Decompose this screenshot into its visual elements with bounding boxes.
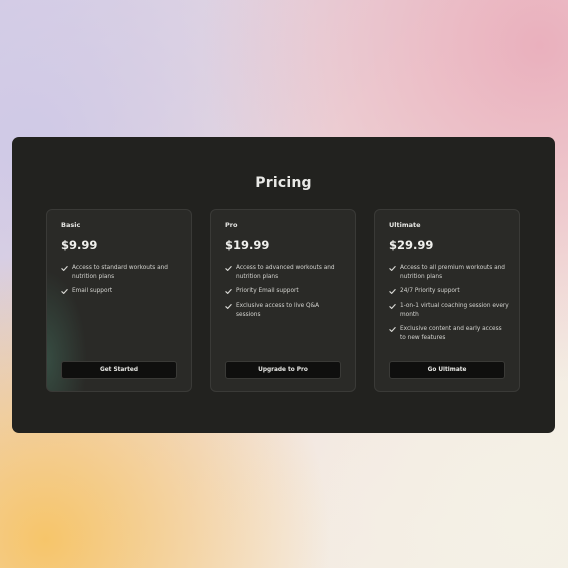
get-started-button[interactable]: Get Started [61,361,177,379]
plan-card-basic: Basic $9.99 Access to standard workouts … [46,209,192,392]
plan-card-pro: Pro $19.99 Access to advanced workouts a… [210,209,356,392]
feature-item: Priority Email support [225,287,345,296]
check-icon [225,303,232,309]
feature-item: 1-on-1 virtual coaching session every mo… [389,302,509,320]
plan-name: Basic [61,221,81,229]
feature-text: Access to advanced workouts and nutritio… [236,265,335,281]
feature-text: 1-on-1 virtual coaching session every mo… [400,302,509,318]
plan-name: Ultimate [389,221,421,229]
feature-list: Access to standard workouts and nutritio… [61,264,181,302]
feature-item: Exclusive content and early access to ne… [389,325,509,343]
check-icon [389,327,396,333]
plan-price: $9.99 [61,238,98,252]
check-icon [225,266,232,271]
feature-item: Access to all premium workouts and nutri… [389,264,509,282]
go-ultimate-button[interactable]: Go Ultimate [389,361,505,379]
check-icon [61,266,68,271]
feature-item: Exclusive access to live Q&A sessions [225,302,345,320]
feature-item: Access to advanced workouts and nutritio… [225,264,345,282]
feature-text: Email support [72,288,113,295]
feature-text: Access to standard workouts and nutritio… [72,265,168,281]
check-icon [61,289,68,295]
feature-text: Access to all premium workouts and nutri… [400,265,505,281]
feature-item: 24/7 Priority support [389,287,509,296]
check-icon [389,266,396,271]
upgrade-to-pro-button[interactable]: Upgrade to Pro [225,361,341,379]
plan-name: Pro [225,221,238,229]
feature-text: 24/7 Priority support [400,288,460,295]
plan-price: $29.99 [389,238,434,252]
pricing-panel: Pricing Basic $9.99 Access to standard w… [12,137,555,433]
feature-list: Access to advanced workouts and nutritio… [225,264,345,325]
feature-text: Exclusive access to live Q&A sessions [236,302,320,318]
feature-item: Access to standard workouts and nutritio… [61,264,181,282]
check-icon [389,289,396,295]
feature-text: Exclusive content and early access to ne… [400,326,502,342]
feature-list: Access to all premium workouts and nutri… [389,264,509,348]
plan-price: $19.99 [225,238,270,252]
check-icon [389,303,396,309]
feature-item: Email support [61,287,181,296]
feature-text: Priority Email support [236,288,299,295]
page-title: Pricing [255,175,312,191]
check-icon [225,289,232,295]
plan-card-ultimate: Ultimate $29.99 Access to all premium wo… [374,209,520,392]
